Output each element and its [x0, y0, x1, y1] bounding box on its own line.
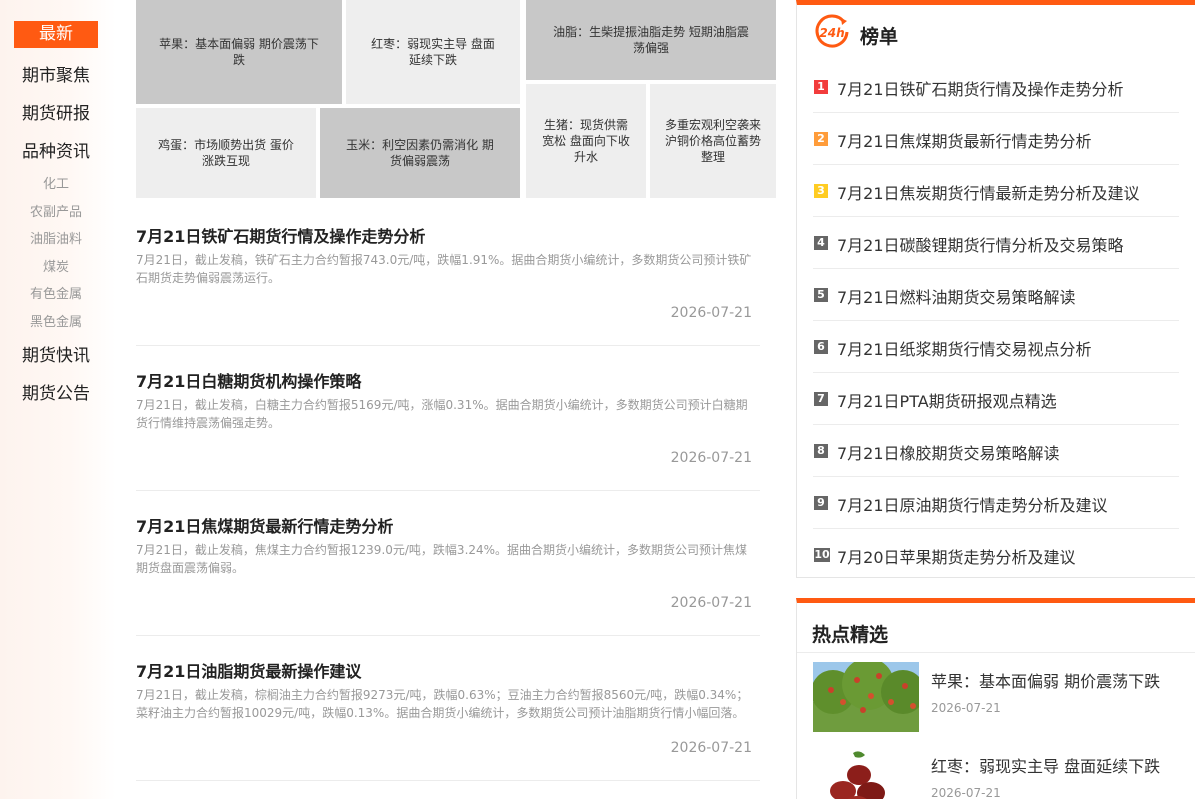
hot-item-date: 2026-07-21: [931, 701, 1001, 715]
tile-egg[interactable]: 鸡蛋：市场顺势出货 蛋价涨跌互现: [136, 108, 316, 198]
rank-text[interactable]: 7月21日PTA期货研报观点精选: [837, 388, 1057, 412]
nav-item-market-focus[interactable]: 期市聚焦: [0, 61, 112, 86]
hot-item-title[interactable]: 红枣：弱现实主导 盘面延续下跌: [931, 753, 1160, 777]
nav-item-research[interactable]: 期货研报: [0, 99, 112, 124]
tile-copper[interactable]: 多重宏观利空袭来 沪铜价格高位蓄势整理: [650, 84, 776, 198]
tile-oils[interactable]: 油脂：生柴提振油脂走势 短期油脂震荡偏强: [526, 0, 776, 80]
rank-text[interactable]: 7月21日纸浆期货行情交易视点分析: [837, 336, 1092, 360]
ranking-panel: 24h 榜单 1 7月21日铁矿石期货行情及操作走势分析 2 7月21日焦煤期货…: [796, 0, 1195, 578]
rank-item[interactable]: 8 7月21日橡胶期货交易策略解读: [813, 425, 1179, 477]
tile-apple[interactable]: 苹果：基本面偏弱 期价震荡下跌: [136, 0, 342, 104]
divider: [797, 652, 1195, 653]
rank-text[interactable]: 7月21日原油期货行情走势分析及建议: [837, 492, 1108, 516]
article-title[interactable]: 7月21日焦煤期货最新行情走势分析: [136, 513, 393, 537]
article-date: 2026-07-21: [670, 740, 752, 756]
left-nav: 最新 期市聚焦 期货研报 品种资讯 化工 农副产品 油脂油料 煤炭 有色金属 黑…: [0, 0, 116, 799]
rank-item[interactable]: 10 7月20日苹果期货走势分析及建议: [813, 529, 1179, 581]
hot-picks-title: 热点精选: [812, 624, 889, 646]
rank-item[interactable]: 2 7月21日焦煤期货最新行情走势分析: [813, 113, 1179, 165]
hot-item-date: 2026-07-21: [931, 786, 1001, 799]
rank-text[interactable]: 7月21日焦炭期货行情最新走势分析及建议: [837, 180, 1140, 204]
article-summary: 7月21日，截止发稿，焦煤主力合约暂报1239.0元/吨，跌幅3.24%。据曲合…: [136, 543, 748, 575]
rank-item[interactable]: 9 7月21日原油期货行情走势分析及建议: [813, 477, 1179, 529]
rank-text[interactable]: 7月20日苹果期货走势分析及建议: [837, 544, 1076, 568]
nav-sub-coal[interactable]: 煤炭: [0, 256, 112, 275]
article-summary: 7月21日，截止发稿，白糖主力合约暂报5169元/吨，涨幅0.31%。据曲合期货…: [136, 398, 748, 430]
article-summary: 7月21日，截止发稿，棕榈油主力合约暂报9273元/吨，跌幅0.63%；豆油主力…: [136, 688, 749, 720]
rank-item[interactable]: 3 7月21日焦炭期货行情最新走势分析及建议: [813, 165, 1179, 217]
tile-jujube[interactable]: 红枣：弱现实主导 盘面延续下跌: [346, 0, 520, 104]
article-date: 2026-07-21: [670, 450, 752, 466]
article-item: 7月21日白糖期货机构操作策略 7月21日，截止发稿，白糖主力合约暂报5169元…: [136, 346, 760, 491]
rank-item[interactable]: 5 7月21日燃料油期货交易策略解读: [813, 269, 1179, 321]
article-title[interactable]: 7月21日铁矿石期货行情及操作走势分析: [136, 223, 425, 247]
article-summary: 7月21日，截止发稿，铁矿石主力合约暂报743.0元/吨，跌幅1.91%。据曲合…: [136, 253, 752, 285]
article-item: 7月21日油脂期货最新操作建议 7月21日，截止发稿，棕榈油主力合约暂报9273…: [136, 636, 760, 781]
nav-item-announce[interactable]: 期货公告: [0, 379, 112, 404]
article-date: 2026-07-21: [670, 305, 752, 321]
rank-number: 4: [814, 236, 828, 250]
nav-item-variety-news[interactable]: 品种资讯: [0, 137, 112, 162]
svg-text:24h: 24h: [819, 26, 844, 40]
rank-text[interactable]: 7月21日碳酸锂期货行情分析及交易策略: [837, 232, 1124, 256]
tile-hog[interactable]: 生猪：现货供需宽松 盘面向下收升水: [526, 84, 646, 198]
clock-24h-icon: 24h: [815, 14, 849, 48]
nav-sub-oils[interactable]: 油脂油料: [0, 228, 112, 247]
rank-item[interactable]: 6 7月21日纸浆期货行情交易视点分析: [813, 321, 1179, 373]
rank-text[interactable]: 7月21日燃料油期货交易策略解读: [837, 284, 1076, 308]
article-item: 7月21日铁矿石期货行情及操作走势分析 7月21日，截止发稿，铁矿石主力合约暂报…: [136, 201, 760, 346]
rank-number: 10: [814, 548, 830, 562]
rank-text[interactable]: 7月21日橡胶期货交易策略解读: [837, 440, 1060, 464]
article-item: 7月21日焦煤期货最新行情走势分析 7月21日，截止发稿，焦煤主力合约暂报123…: [136, 491, 760, 636]
rank-number: 5: [814, 288, 828, 302]
rank-text[interactable]: 7月21日铁矿石期货行情及操作走势分析: [837, 76, 1124, 100]
nav-item-flash[interactable]: 期货快讯: [0, 341, 112, 366]
nav-item-latest[interactable]: 最新: [14, 21, 98, 48]
nav-sub-agri[interactable]: 农副产品: [0, 201, 112, 220]
article-title[interactable]: 7月21日白糖期货机构操作策略: [136, 368, 361, 392]
rank-item[interactable]: 1 7月21日铁矿石期货行情及操作走势分析: [813, 61, 1179, 113]
rank-number: 7: [814, 392, 828, 406]
tile-corn[interactable]: 玉米：利空因素仍需消化 期货偏弱震荡: [320, 108, 520, 198]
rank-item[interactable]: 4 7月21日碳酸锂期货行情分析及交易策略: [813, 217, 1179, 269]
rank-number: 9: [814, 496, 828, 510]
rank-number: 8: [814, 444, 828, 458]
nav-sub-ferrous[interactable]: 黑色金属: [0, 311, 112, 330]
hot-item-title[interactable]: 苹果：基本面偏弱 期价震荡下跌: [931, 668, 1160, 692]
rank-number: 1: [814, 80, 828, 94]
nav-sub-chemical[interactable]: 化工: [0, 173, 112, 192]
nav-sub-nonferrous[interactable]: 有色金属: [0, 283, 112, 302]
hot-picks-panel: 热点精选 苹果：基本面偏弱 期价震荡下跌 2026-07-21 红枣：弱现实主导…: [796, 598, 1195, 799]
rank-text[interactable]: 7月21日焦煤期货最新行情走势分析: [837, 128, 1092, 152]
article-title[interactable]: 7月21日油脂期货最新操作建议: [136, 658, 361, 682]
rank-number: 3: [814, 184, 828, 198]
rank-number: 6: [814, 340, 828, 354]
apple-tree-thumbnail[interactable]: [813, 662, 919, 732]
article-date: 2026-07-21: [670, 595, 752, 611]
red-dates-thumbnail[interactable]: [813, 747, 919, 799]
rank-item[interactable]: 7 7月21日PTA期货研报观点精选: [813, 373, 1179, 425]
rank-number: 2: [814, 132, 828, 146]
ranking-title: 榜单: [860, 26, 899, 48]
